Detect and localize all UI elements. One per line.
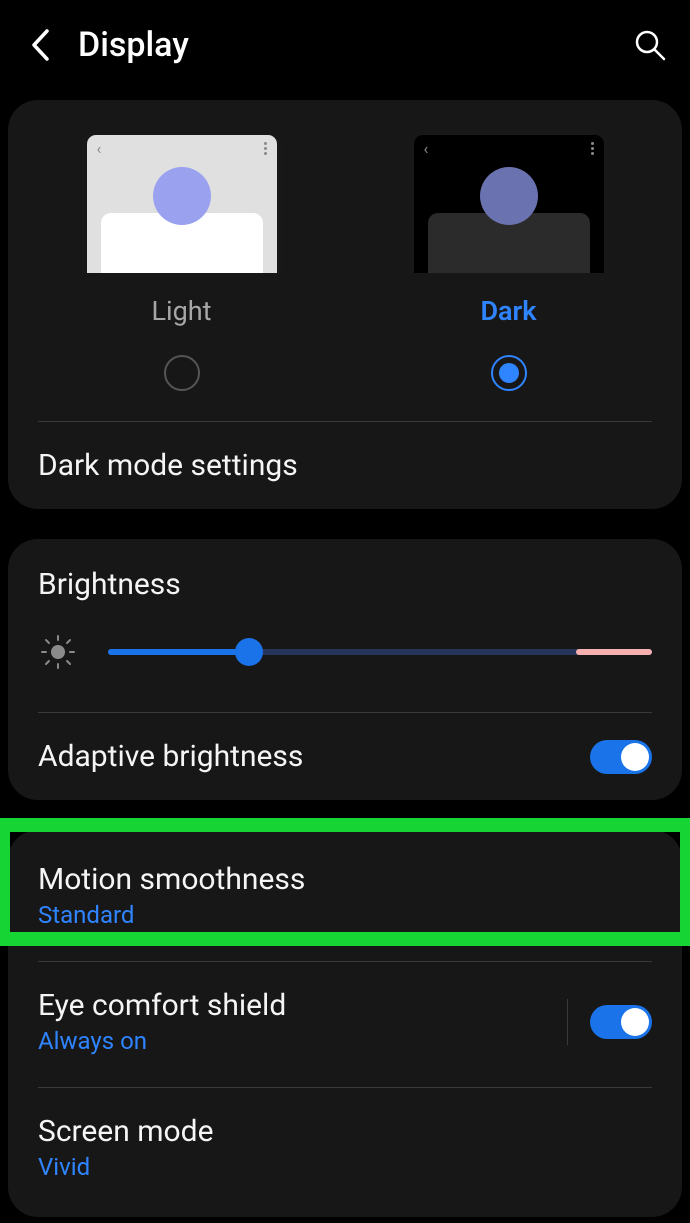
dark-theme-preview: ‹ xyxy=(409,130,609,273)
screen-mode-row[interactable]: Screen mode Vivid xyxy=(8,1088,682,1207)
search-icon xyxy=(633,28,667,62)
theme-option-dark[interactable]: ‹ Dark xyxy=(345,130,672,327)
eye-comfort-shield-toggle[interactable] xyxy=(590,1005,652,1039)
brightness-slider-thumb[interactable] xyxy=(235,638,263,666)
motion-smoothness-label: Motion smoothness xyxy=(38,862,305,897)
brightness-slider[interactable] xyxy=(108,649,652,655)
divider xyxy=(567,999,568,1045)
adaptive-brightness-toggle[interactable] xyxy=(590,740,652,774)
brightness-label: Brightness xyxy=(8,539,682,602)
theme-card: ‹ Light ‹ Dark xyxy=(8,100,682,509)
sun-icon xyxy=(38,632,78,672)
eye-comfort-shield-row[interactable]: Eye comfort shield Always on xyxy=(8,962,682,1081)
back-button[interactable] xyxy=(20,25,60,65)
preview-back-icon: ‹ xyxy=(424,139,429,158)
screen-mode-label: Screen mode xyxy=(38,1114,213,1149)
motion-smoothness-row[interactable]: Motion smoothness Standard xyxy=(8,836,682,955)
dark-mode-settings-label: Dark mode settings xyxy=(38,448,298,483)
theme-dark-radio[interactable] xyxy=(491,355,527,391)
theme-light-label: Light xyxy=(152,295,212,327)
search-button[interactable] xyxy=(630,25,670,65)
chevron-left-icon xyxy=(29,28,51,62)
theme-light-radio[interactable] xyxy=(164,355,200,391)
display-options-card: Motion smoothness Standard Eye comfort s… xyxy=(8,830,682,1217)
eye-comfort-shield-value: Always on xyxy=(38,1027,286,1055)
brightness-card: Brightness xyxy=(8,539,682,800)
preview-back-icon: ‹ xyxy=(97,139,102,158)
page-title: Display xyxy=(78,25,630,65)
motion-smoothness-value: Standard xyxy=(38,901,305,929)
screen-mode-value: Vivid xyxy=(38,1153,213,1181)
light-theme-preview: ‹ xyxy=(82,130,282,273)
preview-menu-icon xyxy=(591,142,594,155)
theme-dark-label: Dark xyxy=(480,295,536,327)
preview-menu-icon xyxy=(264,142,267,155)
header: Display xyxy=(0,0,690,90)
adaptive-brightness-label: Adaptive brightness xyxy=(38,739,303,774)
adaptive-brightness-row[interactable]: Adaptive brightness xyxy=(8,713,682,800)
theme-option-light[interactable]: ‹ Light xyxy=(18,130,345,327)
eye-comfort-shield-label: Eye comfort shield xyxy=(38,988,286,1023)
dark-mode-settings-row[interactable]: Dark mode settings xyxy=(8,422,682,509)
